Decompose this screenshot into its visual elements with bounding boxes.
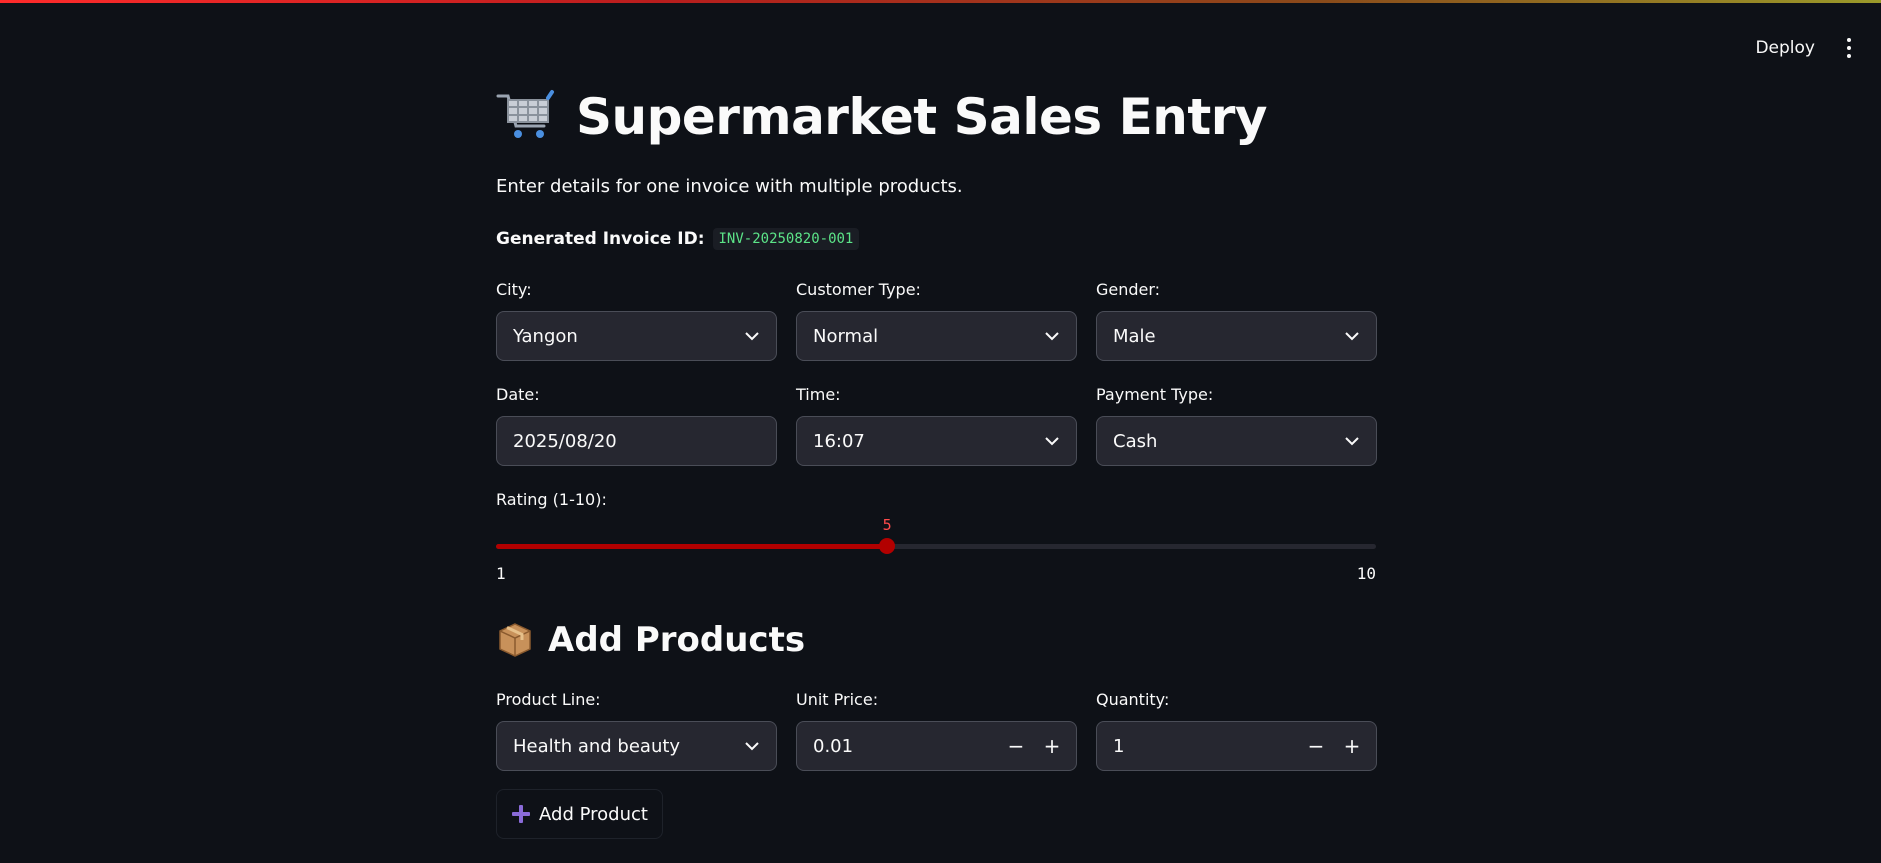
- chevron-down-icon: [1045, 437, 1059, 446]
- city-select[interactable]: Yangon: [496, 311, 777, 361]
- invoice-id-label: Generated Invoice ID:: [496, 229, 705, 249]
- customer-type-field: Customer Type: Normal: [796, 280, 1077, 361]
- package-icon: [499, 623, 531, 657]
- product-line-select[interactable]: Health and beauty: [496, 721, 777, 771]
- time-label: Time:: [796, 385, 841, 404]
- time-select[interactable]: 16:07: [796, 416, 1077, 466]
- main-menu-icon[interactable]: [1837, 34, 1861, 62]
- date-input-value: 2025/08/20: [513, 430, 617, 452]
- rating-slider-thumb[interactable]: [879, 538, 896, 554]
- rating-slider-fill: [496, 544, 888, 549]
- page-title-text: Supermarket Sales Entry: [576, 88, 1267, 146]
- invoice-id-row: Generated Invoice ID: INV-20250820-001: [496, 228, 860, 250]
- page-subtitle: Enter details for one invoice with multi…: [496, 176, 963, 197]
- customer-type-select[interactable]: Normal: [796, 311, 1077, 361]
- rating-current-value: 5: [882, 516, 892, 534]
- app-header-actions: Deploy: [1747, 34, 1861, 62]
- city-select-value: Yangon: [513, 325, 578, 347]
- unit-price-value: 0.01: [813, 735, 854, 757]
- unit-price-label: Unit Price:: [796, 690, 879, 709]
- chevron-down-icon: [745, 332, 759, 341]
- city-label: City:: [496, 280, 532, 299]
- rating-slider-field: Rating (1-10): 5 1 10: [496, 490, 1376, 590]
- add-products-heading: Add Products: [496, 620, 805, 660]
- chevron-down-icon: [1045, 332, 1059, 341]
- chevron-down-icon: [1345, 332, 1359, 341]
- quantity-label: Quantity:: [1096, 690, 1170, 709]
- plus-icon[interactable]: +: [1034, 728, 1070, 764]
- quantity-field: Quantity: 1 − +: [1096, 690, 1377, 771]
- unit-price-input[interactable]: 0.01 − +: [796, 721, 1077, 771]
- customer-type-select-value: Normal: [813, 325, 879, 347]
- plus-icon: [512, 805, 531, 823]
- plus-icon[interactable]: +: [1334, 728, 1370, 764]
- date-input[interactable]: 2025/08/20: [496, 416, 777, 466]
- gender-select[interactable]: Male: [1096, 311, 1377, 361]
- chevron-down-icon: [1345, 437, 1359, 446]
- rating-min-label: 1: [496, 564, 506, 583]
- time-field: Time: 16:07: [796, 385, 1077, 466]
- product-line-label: Product Line:: [496, 690, 601, 709]
- rating-max-label: 10: [1356, 564, 1376, 583]
- payment-type-select-value: Cash: [1113, 430, 1158, 452]
- gender-field: Gender: Male: [1096, 280, 1377, 361]
- minus-icon[interactable]: −: [998, 728, 1034, 764]
- rating-slider-track[interactable]: [496, 538, 1376, 554]
- quantity-input[interactable]: 1 − +: [1096, 721, 1377, 771]
- shopping-cart-icon: [496, 90, 554, 138]
- add-products-title: Add Products: [548, 620, 806, 660]
- invoice-id-value: INV-20250820-001: [712, 228, 860, 250]
- payment-type-label: Payment Type:: [1096, 385, 1214, 404]
- date-field: Date: 2025/08/20: [496, 385, 777, 466]
- product-line-field: Product Line: Health and beauty: [496, 690, 777, 771]
- time-select-value: 16:07: [813, 430, 865, 452]
- payment-type-select[interactable]: Cash: [1096, 416, 1377, 466]
- gender-label: Gender:: [1096, 280, 1161, 299]
- date-label: Date:: [496, 385, 540, 404]
- add-product-button[interactable]: Add Product: [496, 789, 663, 839]
- top-decoration-bar: [0, 0, 1881, 3]
- city-field: City: Yangon: [496, 280, 777, 361]
- product-line-select-value: Health and beauty: [513, 735, 681, 757]
- unit-price-field: Unit Price: 0.01 − +: [796, 690, 1077, 771]
- rating-label: Rating (1-10):: [496, 490, 607, 509]
- deploy-button[interactable]: Deploy: [1747, 34, 1823, 62]
- quantity-value: 1: [1113, 735, 1125, 757]
- page-title: Supermarket Sales Entry: [496, 88, 1267, 146]
- gender-select-value: Male: [1113, 325, 1156, 347]
- customer-type-label: Customer Type:: [796, 280, 921, 299]
- chevron-down-icon: [745, 742, 759, 751]
- add-product-label: Add Product: [539, 803, 648, 825]
- payment-type-field: Payment Type: Cash: [1096, 385, 1377, 466]
- minus-icon[interactable]: −: [1298, 728, 1334, 764]
